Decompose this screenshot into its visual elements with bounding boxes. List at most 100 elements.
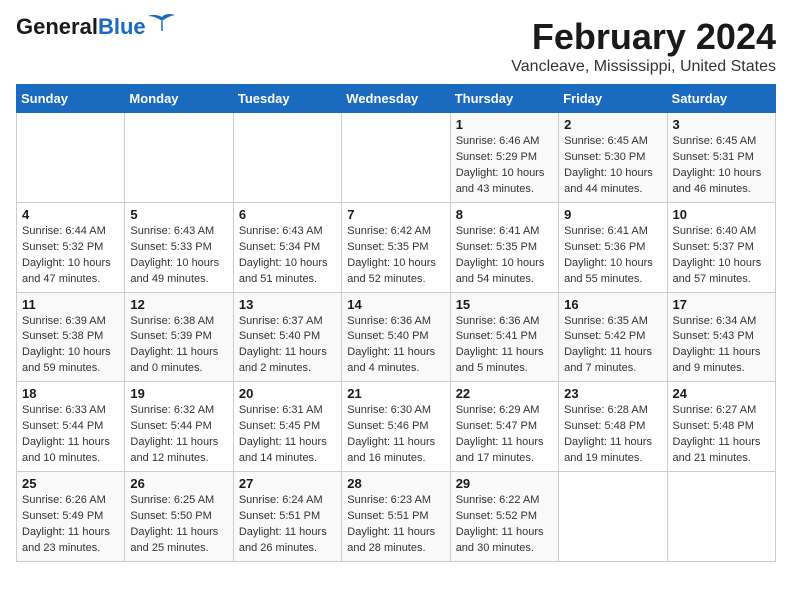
day-info: Sunrise: 6:31 AM Sunset: 5:45 PM Dayligh… xyxy=(239,403,336,467)
calendar-day-cell: 18Sunrise: 6:33 AM Sunset: 5:44 PM Dayli… xyxy=(17,382,125,472)
calendar-day-cell: 25Sunrise: 6:26 AM Sunset: 5:49 PM Dayli… xyxy=(17,472,125,562)
day-number: 24 xyxy=(673,386,770,401)
day-number: 5 xyxy=(130,207,227,222)
day-header-row: SundayMondayTuesdayWednesdayThursdayFrid… xyxy=(17,85,776,113)
calendar-day-cell: 14 Sunrise: 6:36 AM Sunset: 5:40 PM Dayli… xyxy=(342,292,450,382)
day-of-week-header: Thursday xyxy=(450,85,558,113)
day-info: Sunrise: 6:39 AM Sunset: 5:38 PM Dayligh… xyxy=(22,314,119,378)
day-number: 23 xyxy=(564,386,661,401)
day-of-week-header: Tuesday xyxy=(233,85,341,113)
day-number: 19 xyxy=(130,386,227,401)
day-info: Sunrise: 6:45 AM Sunset: 5:31 PM Dayligh… xyxy=(673,134,770,198)
day-number: 11 xyxy=(22,297,119,312)
calendar-day-cell: 5 Sunrise: 6:43 AM Sunset: 5:33 PM Daylig… xyxy=(125,202,233,292)
day-number: 8 xyxy=(456,207,553,222)
day-of-week-header: Monday xyxy=(125,85,233,113)
calendar-day-cell: 17 Sunrise: 6:34 AM Sunset: 5:43 PM Dayli… xyxy=(667,292,775,382)
calendar-day-cell xyxy=(342,113,450,203)
day-info: Sunrise: 6:36 AM Sunset: 5:41 PM Dayligh… xyxy=(456,314,553,378)
calendar-day-cell: 12 Sunrise: 6:38 AM Sunset: 5:39 PM Dayli… xyxy=(125,292,233,382)
day-info: Sunrise: 6:25 AM Sunset: 5:50 PM Dayligh… xyxy=(130,493,227,557)
day-info: Sunrise: 6:45 AM Sunset: 5:30 PM Dayligh… xyxy=(564,134,661,198)
calendar-day-cell: 24 Sunrise: 6:27 AM Sunset: 5:48 PM Dayli… xyxy=(667,382,775,472)
calendar-day-cell: 26 Sunrise: 6:25 AM Sunset: 5:50 PM Dayli… xyxy=(125,472,233,562)
day-info: Sunrise: 6:43 AM Sunset: 5:34 PM Dayligh… xyxy=(239,224,336,288)
day-info: Sunrise: 6:41 AM Sunset: 5:36 PM Dayligh… xyxy=(564,224,661,288)
location-title: Vancleave, Mississippi, United States xyxy=(511,58,776,76)
calendar-day-cell: 29 Sunrise: 6:22 AM Sunset: 5:52 PM Dayli… xyxy=(450,472,558,562)
calendar-day-cell: 3 Sunrise: 6:45 AM Sunset: 5:31 PM Daylig… xyxy=(667,113,775,203)
calendar-day-cell: 20 Sunrise: 6:31 AM Sunset: 5:45 PM Dayli… xyxy=(233,382,341,472)
calendar-day-cell: 28 Sunrise: 6:23 AM Sunset: 5:51 PM Dayli… xyxy=(342,472,450,562)
day-info: Sunrise: 6:30 AM Sunset: 5:46 PM Dayligh… xyxy=(347,403,444,467)
day-number: 16 xyxy=(564,297,661,312)
day-info: Sunrise: 6:41 AM Sunset: 5:35 PM Dayligh… xyxy=(456,224,553,288)
day-number: 2 xyxy=(564,117,661,132)
day-info: Sunrise: 6:33 AM Sunset: 5:44 PM Dayligh… xyxy=(22,403,119,467)
day-info: Sunrise: 6:43 AM Sunset: 5:33 PM Dayligh… xyxy=(130,224,227,288)
day-info: Sunrise: 6:27 AM Sunset: 5:48 PM Dayligh… xyxy=(673,403,770,467)
day-number: 13 xyxy=(239,297,336,312)
day-number: 15 xyxy=(456,297,553,312)
day-number: 14 xyxy=(347,297,444,312)
logo-general: General xyxy=(16,14,98,39)
calendar-day-cell xyxy=(17,113,125,203)
month-title: February 2024 xyxy=(511,16,776,58)
day-info: Sunrise: 6:34 AM Sunset: 5:43 PM Dayligh… xyxy=(673,314,770,378)
calendar-week-row: 11 Sunrise: 6:39 AM Sunset: 5:38 PM Dayli… xyxy=(17,292,776,382)
calendar-day-cell: 7 Sunrise: 6:42 AM Sunset: 5:35 PM Daylig… xyxy=(342,202,450,292)
calendar-day-cell: 22Sunrise: 6:29 AM Sunset: 5:47 PM Dayli… xyxy=(450,382,558,472)
day-of-week-header: Friday xyxy=(559,85,667,113)
calendar-week-row: 4 Sunrise: 6:44 AM Sunset: 5:32 PM Daylig… xyxy=(17,202,776,292)
day-number: 21 xyxy=(347,386,444,401)
day-number: 28 xyxy=(347,476,444,491)
day-number: 7 xyxy=(347,207,444,222)
calendar-day-cell: 11 Sunrise: 6:39 AM Sunset: 5:38 PM Dayli… xyxy=(17,292,125,382)
calendar-day-cell xyxy=(667,472,775,562)
logo-text: GeneralBlue xyxy=(16,16,146,38)
day-info: Sunrise: 6:28 AM Sunset: 5:48 PM Dayligh… xyxy=(564,403,661,467)
calendar-week-row: 18Sunrise: 6:33 AM Sunset: 5:44 PM Dayli… xyxy=(17,382,776,472)
day-number: 12 xyxy=(130,297,227,312)
calendar-day-cell: 13Sunrise: 6:37 AM Sunset: 5:40 PM Dayli… xyxy=(233,292,341,382)
calendar-day-cell: 1Sunrise: 6:46 AM Sunset: 5:29 PM Daylig… xyxy=(450,113,558,203)
day-of-week-header: Saturday xyxy=(667,85,775,113)
day-number: 29 xyxy=(456,476,553,491)
day-number: 27 xyxy=(239,476,336,491)
day-info: Sunrise: 6:24 AM Sunset: 5:51 PM Dayligh… xyxy=(239,493,336,557)
calendar-week-row: 1Sunrise: 6:46 AM Sunset: 5:29 PM Daylig… xyxy=(17,113,776,203)
calendar-header: SundayMondayTuesdayWednesdayThursdayFrid… xyxy=(17,85,776,113)
calendar-day-cell: 16Sunrise: 6:35 AM Sunset: 5:42 PM Dayli… xyxy=(559,292,667,382)
calendar-day-cell: 23 Sunrise: 6:28 AM Sunset: 5:48 PM Dayli… xyxy=(559,382,667,472)
day-of-week-header: Wednesday xyxy=(342,85,450,113)
calendar-day-cell xyxy=(125,113,233,203)
logo: GeneralBlue xyxy=(16,16,176,38)
calendar-day-cell: 15 Sunrise: 6:36 AM Sunset: 5:41 PM Dayli… xyxy=(450,292,558,382)
calendar-week-row: 25Sunrise: 6:26 AM Sunset: 5:49 PM Dayli… xyxy=(17,472,776,562)
day-info: Sunrise: 6:42 AM Sunset: 5:35 PM Dayligh… xyxy=(347,224,444,288)
day-info: Sunrise: 6:22 AM Sunset: 5:52 PM Dayligh… xyxy=(456,493,553,557)
calendar-day-cell: 21 Sunrise: 6:30 AM Sunset: 5:46 PM Dayli… xyxy=(342,382,450,472)
calendar-table: SundayMondayTuesdayWednesdayThursdayFrid… xyxy=(16,84,776,562)
day-number: 10 xyxy=(673,207,770,222)
logo-blue: Blue xyxy=(98,14,146,39)
calendar-day-cell: 19Sunrise: 6:32 AM Sunset: 5:44 PM Dayli… xyxy=(125,382,233,472)
page-header: GeneralBlue February 2024 Vancleave, Mis… xyxy=(16,16,776,76)
calendar-day-cell: 27 Sunrise: 6:24 AM Sunset: 5:51 PM Dayli… xyxy=(233,472,341,562)
day-number: 6 xyxy=(239,207,336,222)
day-number: 17 xyxy=(673,297,770,312)
day-number: 26 xyxy=(130,476,227,491)
calendar-day-cell: 8 Sunrise: 6:41 AM Sunset: 5:35 PM Daylig… xyxy=(450,202,558,292)
day-info: Sunrise: 6:36 AM Sunset: 5:40 PM Dayligh… xyxy=(347,314,444,378)
day-info: Sunrise: 6:44 AM Sunset: 5:32 PM Dayligh… xyxy=(22,224,119,288)
day-info: Sunrise: 6:38 AM Sunset: 5:39 PM Dayligh… xyxy=(130,314,227,378)
calendar-day-cell xyxy=(233,113,341,203)
calendar-body: 1Sunrise: 6:46 AM Sunset: 5:29 PM Daylig… xyxy=(17,113,776,562)
day-number: 25 xyxy=(22,476,119,491)
day-number: 4 xyxy=(22,207,119,222)
day-number: 9 xyxy=(564,207,661,222)
day-info: Sunrise: 6:46 AM Sunset: 5:29 PM Dayligh… xyxy=(456,134,553,198)
day-info: Sunrise: 6:23 AM Sunset: 5:51 PM Dayligh… xyxy=(347,493,444,557)
day-number: 3 xyxy=(673,117,770,132)
day-number: 20 xyxy=(239,386,336,401)
